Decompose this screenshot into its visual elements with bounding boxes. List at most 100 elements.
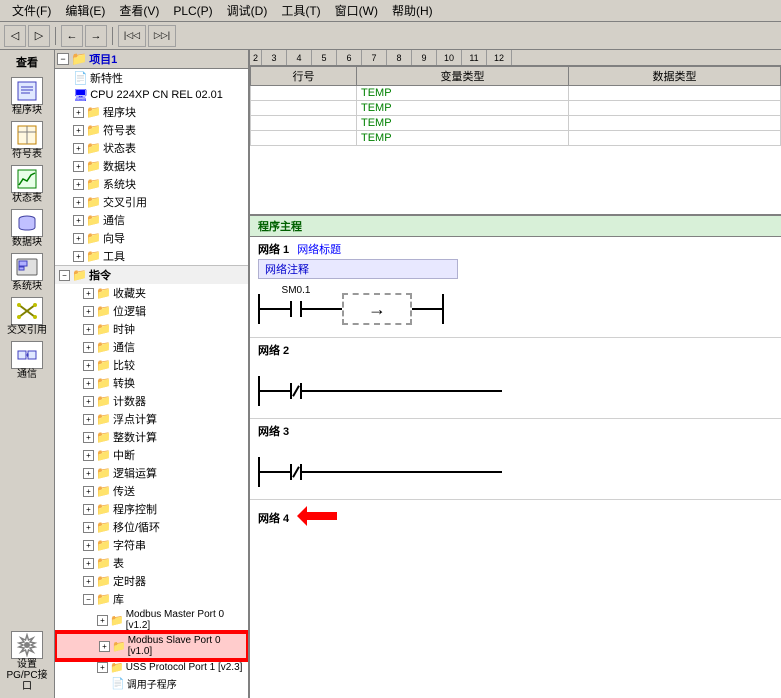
ladder-network-1: SM0.1 →: [258, 285, 773, 333]
tree-item-chengxukuai[interactable]: + 📁 程序块: [55, 103, 248, 121]
sidebar-item-shujukuai[interactable]: 数据块: [2, 207, 52, 250]
program-area: 程序主程 网络 1 网络标题 网络注释 SM0.1: [250, 216, 781, 698]
network-4-block: 网络 4: [250, 500, 781, 535]
var-row-3: TEMP: [251, 116, 781, 131]
tree-item-gongju[interactable]: + 📁 工具: [55, 247, 248, 265]
tree-item-zhongduan[interactable]: + 📁 中断: [55, 446, 248, 464]
sidebar-item-jiaochayinyong-label: 交叉引用: [7, 325, 47, 336]
tree-item-chuansong[interactable]: + 📁 传送: [55, 482, 248, 500]
toolbar-back[interactable]: ◁: [4, 25, 26, 47]
tree-item-zhiling[interactable]: − 📁 指令: [55, 265, 248, 284]
tree-item-luoji[interactable]: + 📁 逻辑运算: [55, 464, 248, 482]
var-row-3-type: TEMP: [357, 116, 569, 131]
toolbar-step-back[interactable]: |◁◁: [118, 25, 146, 47]
sidebar-item-shezhi[interactable]: 设置PG/PC接口: [2, 629, 52, 694]
sidebar-item-zhuangtaibiao-label: 状态表: [12, 193, 42, 204]
network-2-block: 网络 2: [250, 338, 781, 419]
right-panel: 2 3 4 5 6 7 8 9 10 11 12 行号 变量类型 数据类型: [250, 50, 781, 698]
sidebar-item-zhuangtaibiao[interactable]: 状态表: [2, 163, 52, 206]
tree-item-xintezheng[interactable]: 📄 新特性: [55, 69, 248, 87]
tree-item-zhengshujiasuan[interactable]: + 📁 整数计算: [55, 428, 248, 446]
tree-item-zifu[interactable]: + 📁 字符串: [55, 536, 248, 554]
tree-item-cpu[interactable]: 🖥 CPU 224XP CN REL 02.01: [55, 87, 248, 103]
network-4-label: 网络 4: [258, 510, 289, 526]
menu-file[interactable]: 文件(F): [6, 1, 57, 20]
tree-item-tongxin[interactable]: + 📁 通信: [55, 211, 248, 229]
tree-item-jiaochayinyong[interactable]: + 📁 交叉引用: [55, 193, 248, 211]
col-rownumber: 行号: [251, 67, 357, 86]
menu-tools[interactable]: 工具(T): [275, 1, 326, 20]
var-row-4-type: TEMP: [357, 131, 569, 146]
var-table-area: 行号 变量类型 数据类型 TEMP TEMP: [250, 66, 781, 216]
var-row-1-type: TEMP: [357, 86, 569, 101]
var-row-2-type: TEMP: [357, 101, 569, 116]
tree-item-fuhubiao[interactable]: + 📁 符号表: [55, 121, 248, 139]
tree-item-modbus-master[interactable]: + 📁 Modbus Master Port 0 [v1.2]: [55, 608, 248, 632]
tree-item-dingshiqi[interactable]: + 📁 定时器: [55, 572, 248, 590]
tree-item-yiwei[interactable]: + 📁 移位/循环: [55, 518, 248, 536]
toolbar-forward[interactable]: ▷: [28, 25, 50, 47]
sidebar-item-tongxin[interactable]: 通信: [2, 339, 52, 382]
col-datatype: 数据类型: [569, 67, 781, 86]
toolbar: ◁ ▷ ← → |◁◁ ▷▷|: [0, 22, 781, 50]
sidebar-icons: 查看 程序块 符号表 状态表 数据块: [0, 50, 55, 698]
var-row-2: TEMP: [251, 101, 781, 116]
tree-item-chengxukongzhi[interactable]: + 📁 程序控制: [55, 500, 248, 518]
menubar: 文件(F) 编辑(E) 查看(V) PLC(P) 调试(D) 工具(T) 窗口(…: [0, 0, 781, 22]
var-table: 行号 变量类型 数据类型 TEMP TEMP: [250, 66, 781, 146]
top-ruler: 2 3 4 5 6 7 8 9 10 11 12: [250, 50, 781, 66]
toolbar-left[interactable]: ←: [61, 25, 83, 47]
tree-item-uss[interactable]: + 📁 USS Protocol Port 1 [v2.3]: [55, 660, 248, 675]
tree-item-jishuqi[interactable]: + 📁 计数器: [55, 392, 248, 410]
tree-item-fudianjiasuan[interactable]: + 📁 浮点计算: [55, 410, 248, 428]
tree-item-xitongkuai[interactable]: + 📁 系统块: [55, 175, 248, 193]
network-3-label: 网络 3: [258, 423, 289, 439]
tree-item-modbus-slave[interactable]: + 📁 Modbus Slave Port 0 [v1.0]: [55, 632, 248, 660]
sidebar-item-fuhubiao[interactable]: 符号表: [2, 119, 52, 162]
tree-item-bijiao[interactable]: + 📁 比较: [55, 356, 248, 374]
sidebar-item-tongxin-label: 通信: [17, 369, 37, 380]
tree-item-xiangdao[interactable]: + 📁 向导: [55, 229, 248, 247]
sidebar-item-xitongkuai-label: 系统块: [12, 281, 42, 292]
toolbar-step-forward[interactable]: ▷▷|: [148, 25, 176, 47]
tree-item-ku[interactable]: − 📁 库: [55, 590, 248, 608]
toolbar-right[interactable]: →: [85, 25, 107, 47]
tree-item-biao[interactable]: + 📁 表: [55, 554, 248, 572]
var-row-1: TEMP: [251, 86, 781, 101]
menu-edit[interactable]: 编辑(E): [59, 1, 111, 20]
network-3-block: 网络 3: [250, 419, 781, 500]
sidebar-item-chengxukuai[interactable]: 程序块: [2, 75, 52, 118]
not-contact-network-2: [290, 383, 302, 399]
sidebar-item-jiaochayinyong[interactable]: 交叉引用: [2, 295, 52, 338]
network-2-label: 网络 2: [258, 342, 289, 358]
tree-item-zhuanhuan[interactable]: + 📁 转换: [55, 374, 248, 392]
coil-network-1: →: [342, 293, 412, 325]
var-row-4: TEMP: [251, 131, 781, 146]
tree-root[interactable]: − 📁 项目1: [55, 50, 248, 69]
network-1-title: 网络标题: [297, 241, 341, 257]
tree-item-diaoyong[interactable]: 📄 调用子程序: [55, 675, 248, 692]
sidebar-header-label: 查看: [2, 54, 52, 70]
tree-item-weluoji[interactable]: + 📁 位逻辑: [55, 302, 248, 320]
ladder-network-3: [258, 449, 773, 495]
program-header: 程序主程: [250, 216, 781, 237]
tree-item-shizhong[interactable]: + 📁 时钟: [55, 320, 248, 338]
sidebar-item-shezhi-label: 设置PG/PC接口: [4, 659, 50, 692]
sidebar-item-xitongkuai[interactable]: 系统块: [2, 251, 52, 294]
menu-window[interactable]: 窗口(W): [329, 1, 384, 20]
tree-root-label: 项目1: [89, 51, 117, 67]
network-1-block: 网络 1 网络标题 网络注释 SM0.1: [250, 237, 781, 338]
tree-item-zhuangtaibiao[interactable]: + 📁 状态表: [55, 139, 248, 157]
menu-plc[interactable]: PLC(P): [167, 3, 218, 19]
menu-debug[interactable]: 调试(D): [221, 1, 274, 20]
tree-item-shujukuai[interactable]: + 📁 数据块: [55, 157, 248, 175]
network-3-header: 网络 3: [258, 423, 773, 439]
tree-item-shoujia[interactable]: + 📁 收藏夹: [55, 284, 248, 302]
tree-item-tongxin2[interactable]: + 📁 通信: [55, 338, 248, 356]
menu-view[interactable]: 查看(V): [113, 1, 165, 20]
not-contact-network-3: [290, 464, 302, 480]
menu-help[interactable]: 帮助(H): [386, 1, 439, 20]
tree-panel: − 📁 项目1 📄 新特性 🖥 CPU 224XP CN REL 02.01 +…: [55, 50, 250, 698]
sidebar-item-shujukuai-label: 数据块: [12, 237, 42, 248]
network-2-header: 网络 2: [258, 342, 773, 358]
